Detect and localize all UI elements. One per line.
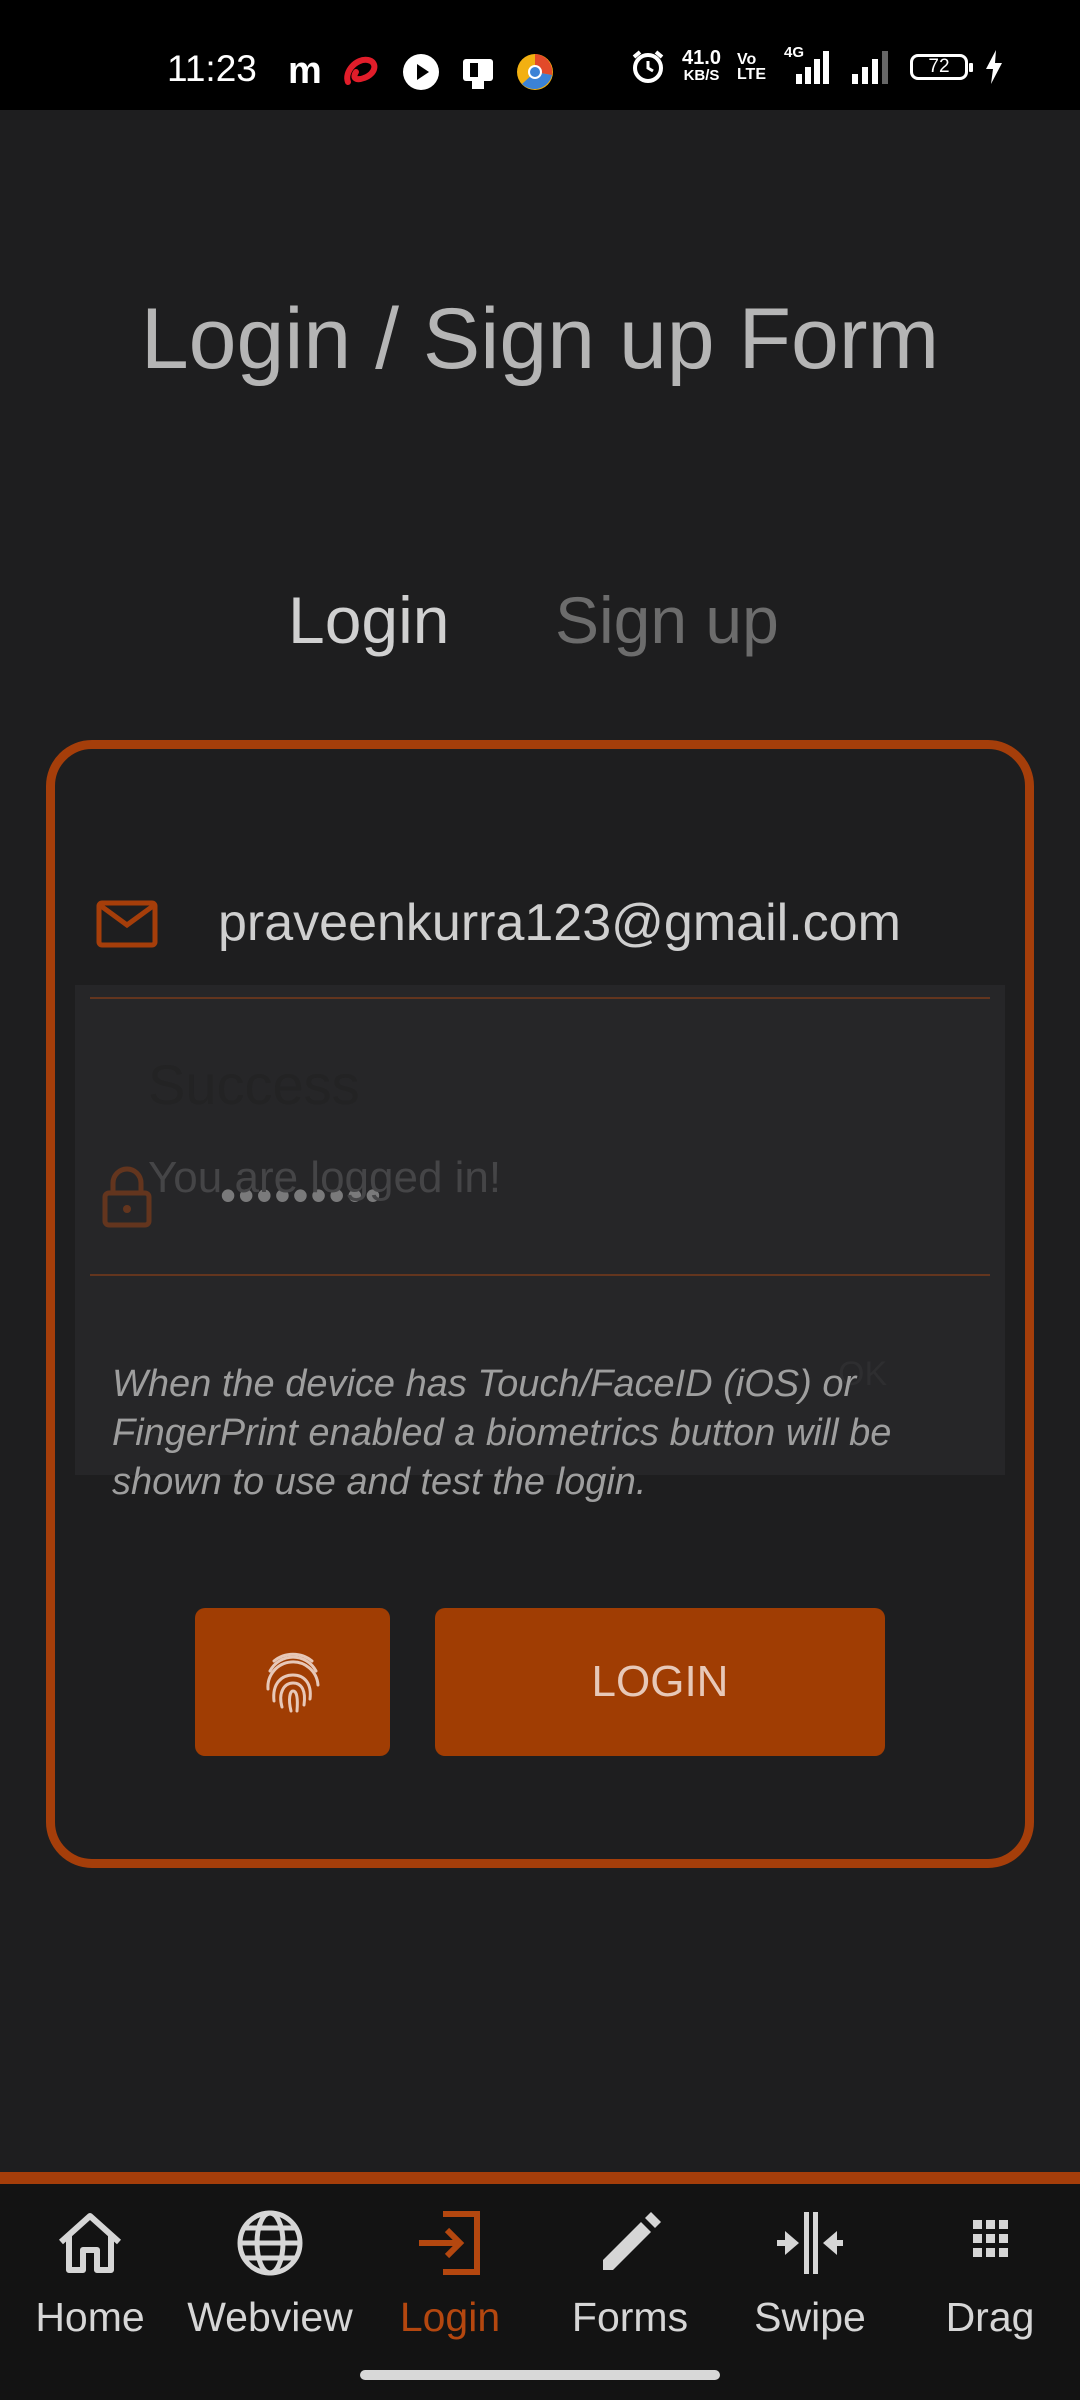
login-icon: [419, 2211, 480, 2275]
tab-login[interactable]: Login: [288, 582, 450, 658]
net-speed-value: 41.0: [682, 47, 721, 69]
grid-icon: [973, 2220, 1008, 2257]
airtel-icon: [344, 56, 378, 85]
nav-accent-line: [0, 2172, 1080, 2184]
nav-item-webview[interactable]: Webview: [180, 2206, 360, 2341]
chrome-like-icon: [516, 53, 553, 90]
system-icons: 41.0 KB/S Vo LTE 4G 72: [630, 44, 1004, 86]
success-dialog-title: Success: [148, 1053, 360, 1116]
notification-icons: m: [288, 50, 554, 93]
net-speed-unit: KB/S: [683, 67, 720, 84]
nav-label-home: Home: [35, 2294, 145, 2340]
pencil-icon: [603, 2212, 661, 2270]
email-field[interactable]: praveenkurra123@gmail.com: [218, 893, 901, 953]
tab-signup[interactable]: Sign up: [555, 582, 779, 658]
nav-item-home[interactable]: Home: [0, 2206, 180, 2341]
alarm-icon: [632, 50, 664, 83]
nav-label-webview: Webview: [187, 2294, 353, 2340]
home-indicator[interactable]: [360, 2370, 720, 2380]
swipe-icon: [777, 2212, 843, 2274]
nav-label-drag: Drag: [945, 2294, 1035, 2340]
clipboard-icon: [462, 58, 493, 89]
nav-label-forms: Forms: [571, 2294, 689, 2340]
play-icon: [402, 53, 439, 90]
status-time: 11:23: [167, 48, 257, 89]
status-bar: 11:23 m 41.0 KB/S Vo LTE 4G 72: [0, 0, 1080, 110]
nav-label-swipe: Swipe: [754, 2294, 866, 2340]
signal-icon: [852, 51, 888, 84]
m-app-icon: m: [288, 50, 322, 92]
email-icon: [96, 900, 158, 948]
biometrics-button[interactable]: [195, 1608, 390, 1756]
nav-item-swipe[interactable]: Swipe: [720, 2206, 900, 2341]
volte-indicator: Vo LTE: [736, 51, 766, 83]
volte-bottom: LTE: [736, 66, 766, 83]
fingerprint-icon: [265, 1652, 319, 1713]
battery-indicator: 72: [910, 54, 973, 80]
success-dialog-message: You are logged in!: [148, 1153, 502, 1202]
login-button[interactable]: LOGIN: [435, 1608, 885, 1756]
nav-item-drag[interactable]: Drag: [900, 2206, 1080, 2341]
home-icon: [58, 2213, 122, 2273]
signal-4g: 4G: [782, 44, 834, 86]
nav-item-forms[interactable]: Forms: [540, 2206, 720, 2341]
biometrics-hint: When the device has Touch/FaceID (iOS) o…: [112, 1363, 892, 1503]
signal-icon: [796, 51, 829, 84]
net-speed: 41.0 KB/S: [682, 47, 721, 85]
volte-top: Vo: [736, 51, 757, 68]
bottom-nav: Home Webview Login Forms Swipe Drag: [0, 2184, 1080, 2400]
page-title: Login / Sign up Form: [140, 291, 940, 387]
nav-label-login: Login: [399, 2294, 501, 2340]
charging-icon: [986, 50, 1002, 84]
globe-icon: [237, 2210, 303, 2276]
nav-item-login[interactable]: Login: [360, 2206, 540, 2341]
